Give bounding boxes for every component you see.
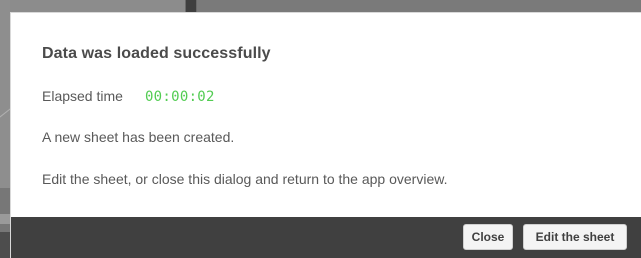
edit-sheet-button[interactable]: Edit the sheet [523,224,627,250]
background-left-card-inner [0,0,10,188]
elapsed-time-row: Elapsed time 00:00:02 [42,88,215,105]
data-load-dialog: Data was loaded successfully Elapsed tim… [10,12,641,258]
dialog-content: Data was loaded successfully Elapsed tim… [11,13,641,218]
close-button[interactable]: Close [463,224,513,250]
elapsed-time-label: Elapsed time [42,88,123,104]
dialog-actions: Close Edit the sheet [463,224,627,250]
sheet-created-message: A new sheet has been created. [42,129,235,145]
background-divider [186,0,196,12]
next-step-message: Edit the sheet, or close this dialog and… [42,171,448,187]
background-left-stripe [0,214,10,224]
dialog-footer: Close Edit the sheet [11,217,641,258]
background-right-panel [197,0,641,12]
elapsed-time-value: 00:00:02 [144,89,215,105]
background-left-panel [0,0,185,12]
dialog-title: Data was loaded successfully [42,45,271,62]
